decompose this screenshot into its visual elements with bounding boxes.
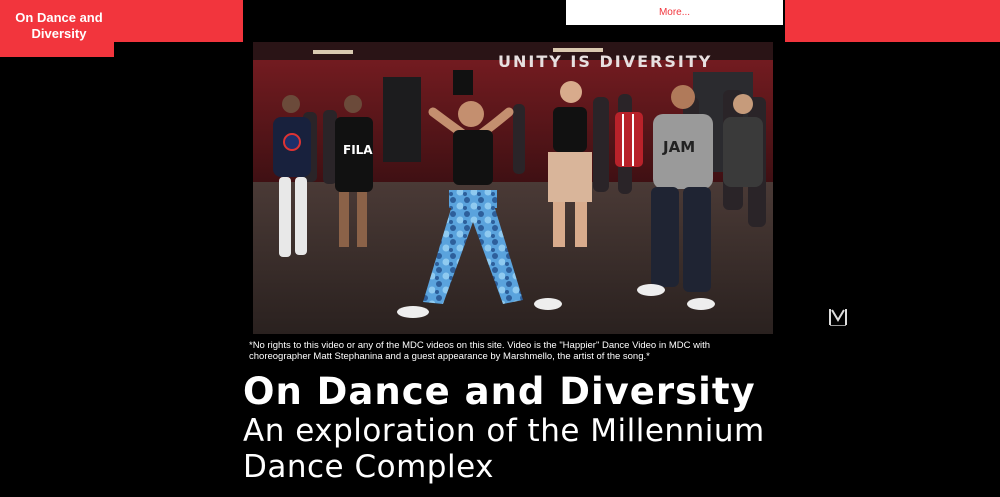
video-frame: UNITY IS DIVERSITY FILA JAM (253, 42, 773, 334)
page: On Dance and Diversity More... UNITY IS … (0, 0, 1000, 497)
fila-shirt-text: FILA (343, 143, 373, 157)
more-menu-button[interactable]: More... (566, 0, 783, 25)
dance-video[interactable]: UNITY IS DIVERSITY FILA JAM (253, 42, 773, 334)
page-subtitle: An exploration of the Millennium Dance C… (243, 413, 765, 485)
header-accent-block (785, 0, 1000, 42)
site-logo-link[interactable]: On Dance and Diversity (4, 10, 114, 42)
jam-shirt-text: JAM (662, 138, 695, 156)
wall-banner-text: UNITY IS DIVERSITY (498, 52, 712, 71)
page-title: On Dance and Diversity (243, 370, 756, 413)
millennium-logo-icon (827, 306, 849, 328)
video-disclaimer-caption: *No rights to this video or any of the M… (249, 340, 711, 362)
logo-block-tab (0, 42, 114, 57)
nav-bar: More... (566, 0, 783, 25)
